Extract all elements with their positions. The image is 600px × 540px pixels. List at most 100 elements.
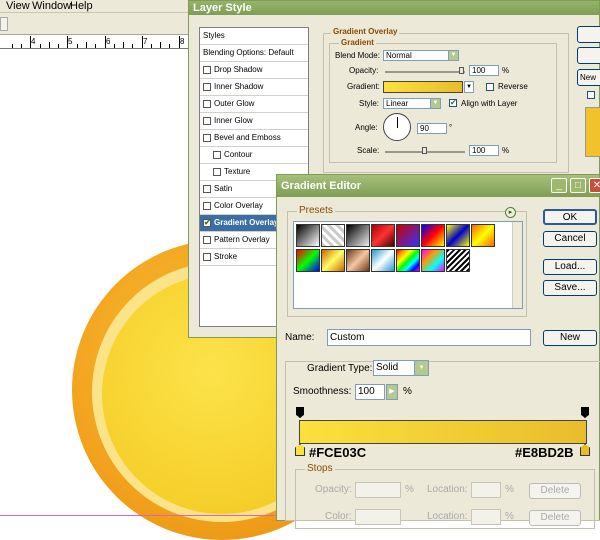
styles-list-item-inner-glow[interactable]: Inner Glow (200, 113, 308, 130)
preset-swatch[interactable] (446, 224, 470, 247)
scale-slider[interactable] (385, 147, 465, 154)
styles-list-item-bevel-emboss[interactable]: Bevel and Emboss (200, 130, 308, 147)
angle-field[interactable]: 90 (417, 123, 447, 134)
checkbox[interactable] (203, 134, 211, 142)
align-with-layer-checkbox[interactable]: ✔ (449, 99, 457, 107)
list-item-label: Texture (224, 167, 251, 176)
gradient-dropdown-arrow[interactable]: ▼ (464, 81, 474, 93)
opacity-field[interactable]: 100 (469, 65, 499, 76)
presets-label: Presets (297, 205, 335, 216)
smoothness-stepper-icon[interactable]: ▶ (386, 384, 398, 400)
preset-swatch[interactable] (346, 249, 370, 272)
checkbox[interactable] (203, 83, 211, 91)
stop-location-field[interactable] (471, 482, 501, 498)
list-item-label: Drop Shadow (214, 65, 263, 74)
new-button[interactable]: New (543, 330, 597, 346)
list-item-label: Color Overlay (214, 201, 263, 210)
preset-swatch[interactable] (396, 249, 420, 272)
checkbox[interactable] (213, 168, 221, 176)
checkbox[interactable] (203, 100, 211, 108)
checkbox[interactable] (203, 185, 211, 193)
scale-slider-knob[interactable] (422, 147, 427, 154)
checkbox[interactable] (203, 202, 211, 210)
preset-swatch[interactable] (296, 224, 320, 247)
gradient-type-value: Solid (376, 362, 399, 373)
gradient-type-select[interactable]: Solid ▼ (373, 360, 429, 376)
preset-swatch[interactable] (296, 249, 320, 272)
styles-list-item-inner-shadow[interactable]: Inner Shadow (200, 79, 308, 96)
preset-swatch[interactable] (321, 249, 345, 272)
cancel-button[interactable] (577, 47, 600, 64)
scale-label: Scale: (357, 146, 380, 155)
preview-checkbox[interactable] (587, 91, 595, 99)
delete-opacity-stop-button[interactable]: Delete (529, 483, 581, 499)
options-bar-control[interactable] (0, 17, 8, 31)
left-stop-hex-label: #FCE03C (309, 445, 367, 460)
delete-color-stop-button[interactable]: Delete (529, 510, 581, 526)
name-field[interactable]: Custom (327, 329, 531, 346)
styles-list-item-drop-shadow[interactable]: Drop Shadow (200, 62, 308, 79)
preset-swatch[interactable] (421, 249, 445, 272)
styles-list-item-styles[interactable]: Styles (200, 28, 308, 45)
preset-swatch[interactable] (346, 224, 370, 247)
close-icon[interactable]: ✕ (589, 178, 600, 193)
presets-menu-icon[interactable]: ▸ (505, 207, 516, 218)
checkbox[interactable] (203, 236, 211, 244)
angle-dial[interactable] (383, 113, 411, 141)
save-button[interactable]: Save... (543, 280, 597, 296)
list-item-label: Inner Shadow (214, 82, 264, 91)
checkbox[interactable] (213, 151, 221, 159)
styles-list-item-contour[interactable]: Contour (200, 147, 308, 164)
list-item-label: Stroke (214, 252, 238, 261)
styles-list-item-outer-glow[interactable]: Outer Glow (200, 96, 308, 113)
gradient-label: Gradient: (347, 82, 380, 91)
preset-swatch[interactable] (371, 224, 395, 247)
styles-list-item-blending-options[interactable]: Blending Options: Default (200, 45, 308, 62)
gradient-preview-swatch[interactable] (383, 81, 463, 93)
menu-view[interactable]: View (6, 0, 30, 12)
menu-window[interactable]: Window (32, 0, 71, 12)
stop-opacity-field[interactable] (355, 482, 401, 498)
gradient-type-label: Gradient Type: (305, 363, 375, 375)
name-label: Name: (285, 332, 315, 343)
ok-button[interactable] (577, 26, 600, 43)
checkbox[interactable] (203, 117, 211, 125)
angle-dial-needle (397, 117, 398, 128)
opacity-label: Opacity: (349, 66, 379, 75)
opacity-unit: % (502, 66, 510, 75)
preset-swatch[interactable] (371, 249, 395, 272)
list-item-label: Inner Glow (214, 116, 253, 125)
opacity-slider-knob[interactable] (459, 67, 464, 74)
scale-field[interactable]: 100 (469, 145, 499, 156)
load-button[interactable]: Load... (543, 259, 597, 275)
stop-color-location-field[interactable] (471, 509, 501, 525)
checkbox[interactable] (203, 253, 211, 261)
options-bar (0, 13, 190, 35)
stop-opacity-unit: % (405, 484, 414, 495)
list-item-label: Gradient Overlay (214, 218, 279, 227)
cancel-button[interactable]: Cancel (543, 231, 597, 247)
menu-help[interactable]: Help (70, 0, 93, 12)
new-style-button[interactable]: New (577, 69, 600, 86)
preset-swatch[interactable] (396, 224, 420, 247)
chevron-down-icon: ▼ (448, 51, 458, 60)
gradient-bar[interactable] (299, 420, 587, 444)
style-select[interactable]: Linear ▼ (383, 98, 441, 109)
smoothness-field[interactable]: 100 (355, 384, 385, 400)
align-with-layer-label: Align with Layer (461, 99, 518, 108)
ok-button[interactable]: OK (543, 209, 597, 225)
minimize-icon[interactable]: _ (551, 178, 567, 193)
stop-color-swatch[interactable] (355, 509, 401, 525)
checkbox-checked[interactable]: ✔ (203, 219, 211, 227)
maximize-icon[interactable]: □ (570, 178, 586, 193)
reverse-checkbox[interactable] (486, 83, 494, 91)
checkbox[interactable] (203, 66, 211, 74)
blend-mode-select[interactable]: Normal ▼ (383, 50, 459, 61)
presets-scrollbar[interactable] (512, 222, 522, 308)
preset-swatch[interactable] (446, 249, 470, 272)
opacity-slider[interactable] (385, 67, 465, 74)
preset-swatch[interactable] (421, 224, 445, 247)
preset-swatch[interactable] (471, 224, 495, 247)
preset-swatch[interactable] (321, 224, 345, 247)
blend-mode-value: Normal (386, 51, 412, 60)
